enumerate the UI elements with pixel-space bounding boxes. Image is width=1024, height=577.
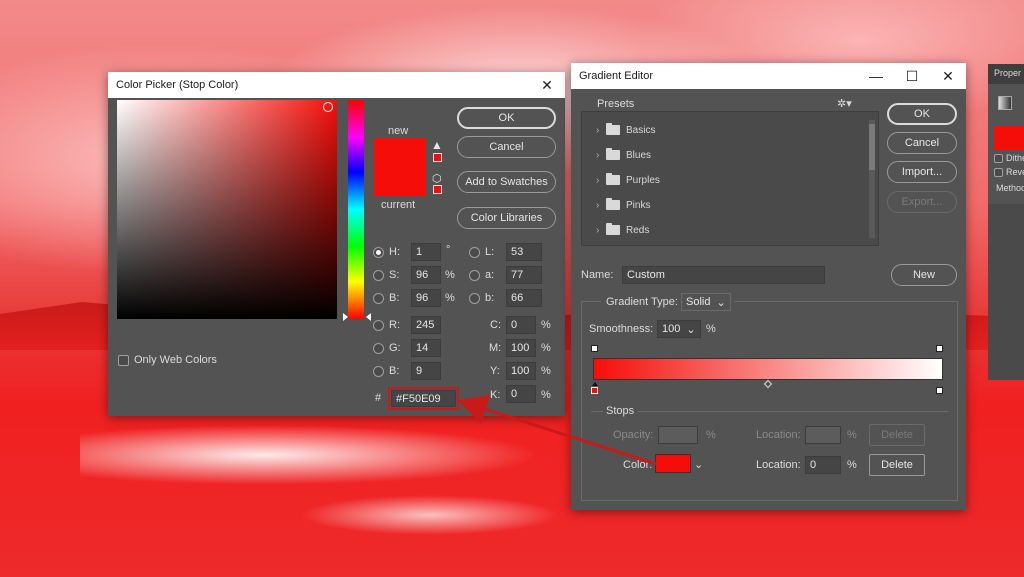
annotation-arrow bbox=[457, 395, 657, 466]
